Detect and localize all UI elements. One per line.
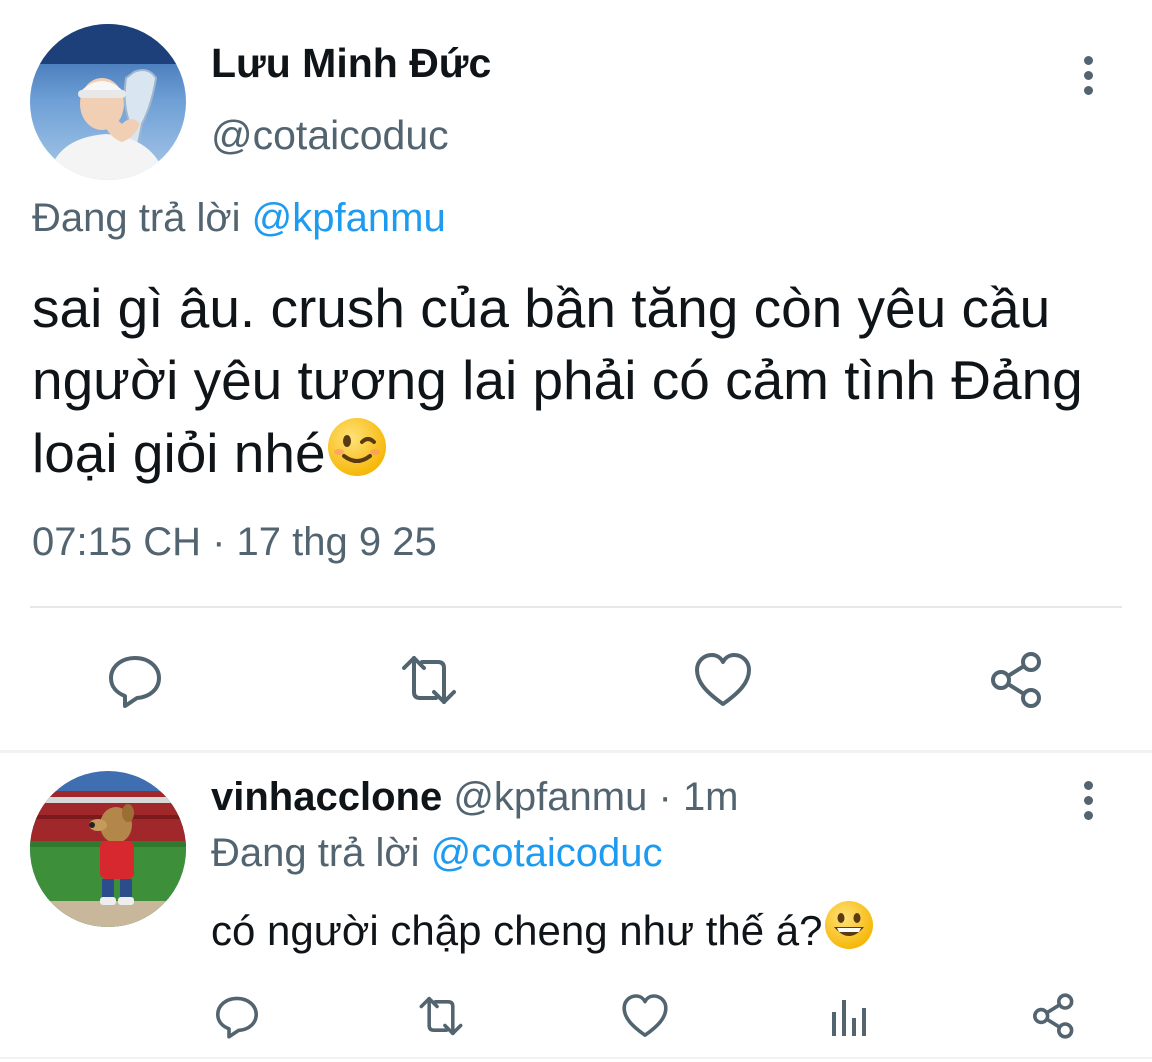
replying-to-mention-link[interactable]: @kpfanmu xyxy=(252,196,446,240)
more-dot-icon xyxy=(1083,810,1093,820)
heart-icon xyxy=(622,994,668,1037)
views-chart-icon xyxy=(832,1000,866,1036)
retweet-button[interactable] xyxy=(406,981,476,1051)
tweet-actions-bar xyxy=(0,981,1152,1051)
main-tweet: Lưu Minh Đức @cotaicoduc Đang trả lời @k… xyxy=(0,0,1152,750)
author-name[interactable]: vinhacclone xyxy=(211,775,442,819)
retweet-icon xyxy=(419,996,463,1036)
share-button[interactable] xyxy=(1019,981,1089,1051)
more-options-button[interactable] xyxy=(1068,50,1108,100)
tweet-text-body: sai gì âu. crush của bần tăng còn yêu cầ… xyxy=(32,277,1083,484)
retweet-icon xyxy=(402,656,456,704)
avatar-image xyxy=(30,24,186,180)
like-button[interactable] xyxy=(610,981,680,1051)
retweet-button[interactable] xyxy=(394,645,464,715)
more-dot-icon xyxy=(1083,55,1093,65)
more-dot-icon xyxy=(1083,795,1093,805)
avatar-image xyxy=(30,771,186,927)
reply-icon xyxy=(216,996,258,1039)
reply-button[interactable] xyxy=(202,981,272,1051)
author-handle[interactable]: @kpfanmu xyxy=(453,775,647,819)
tweet-text-body: có người chập cheng như thế á? xyxy=(211,907,823,954)
relative-time[interactable]: 1m xyxy=(683,775,739,819)
more-options-button[interactable] xyxy=(1068,775,1108,825)
reply-icon xyxy=(109,656,161,708)
avatar[interactable] xyxy=(30,24,186,180)
reply-button[interactable] xyxy=(100,645,170,715)
tweet-text: có người chập cheng như thế á? xyxy=(211,899,875,961)
grinning-face-emoji-icon xyxy=(823,899,875,961)
reply-tweet: vinhacclone @kpfanmu · 1m Đang trả lời @… xyxy=(0,753,1152,1062)
replying-to-line: Đang trả lời @cotaicoduc xyxy=(211,831,663,876)
replying-to-prefix: Đang trả lời xyxy=(32,196,241,240)
author-name[interactable]: Lưu Minh Đức xyxy=(211,40,491,87)
share-icon xyxy=(1033,993,1074,1039)
more-dot-icon xyxy=(1083,85,1093,95)
winking-face-emoji-icon xyxy=(326,416,388,495)
bottom-divider xyxy=(0,1057,1152,1059)
reply-header: vinhacclone @kpfanmu · 1m xyxy=(211,775,739,820)
tweet-thread-page: Lưu Minh Đức @cotaicoduc Đang trả lời @k… xyxy=(0,0,1152,1062)
tweet-text: sai gì âu. crush của bần tăng còn yêu cầ… xyxy=(32,272,1147,495)
share-icon xyxy=(991,652,1041,708)
share-button[interactable] xyxy=(982,645,1052,715)
tweet-timestamp[interactable]: 07:15 CH · 17 thg 9 25 xyxy=(32,520,437,565)
replying-to-prefix: Đang trả lời xyxy=(211,831,420,875)
like-button[interactable] xyxy=(688,645,758,715)
heart-icon xyxy=(695,653,751,706)
divider xyxy=(30,606,1122,608)
author-handle[interactable]: @cotaicoduc xyxy=(211,112,449,159)
views-button[interactable] xyxy=(815,981,885,1051)
tweet-actions-bar xyxy=(0,640,1152,720)
avatar[interactable] xyxy=(30,771,186,927)
replying-to-mention-link[interactable]: @cotaicoduc xyxy=(431,831,663,875)
more-dot-icon xyxy=(1083,70,1093,80)
more-dot-icon xyxy=(1083,780,1093,790)
replying-to-line: Đang trả lời @kpfanmu xyxy=(32,196,446,241)
meta-separator: · xyxy=(658,775,672,819)
